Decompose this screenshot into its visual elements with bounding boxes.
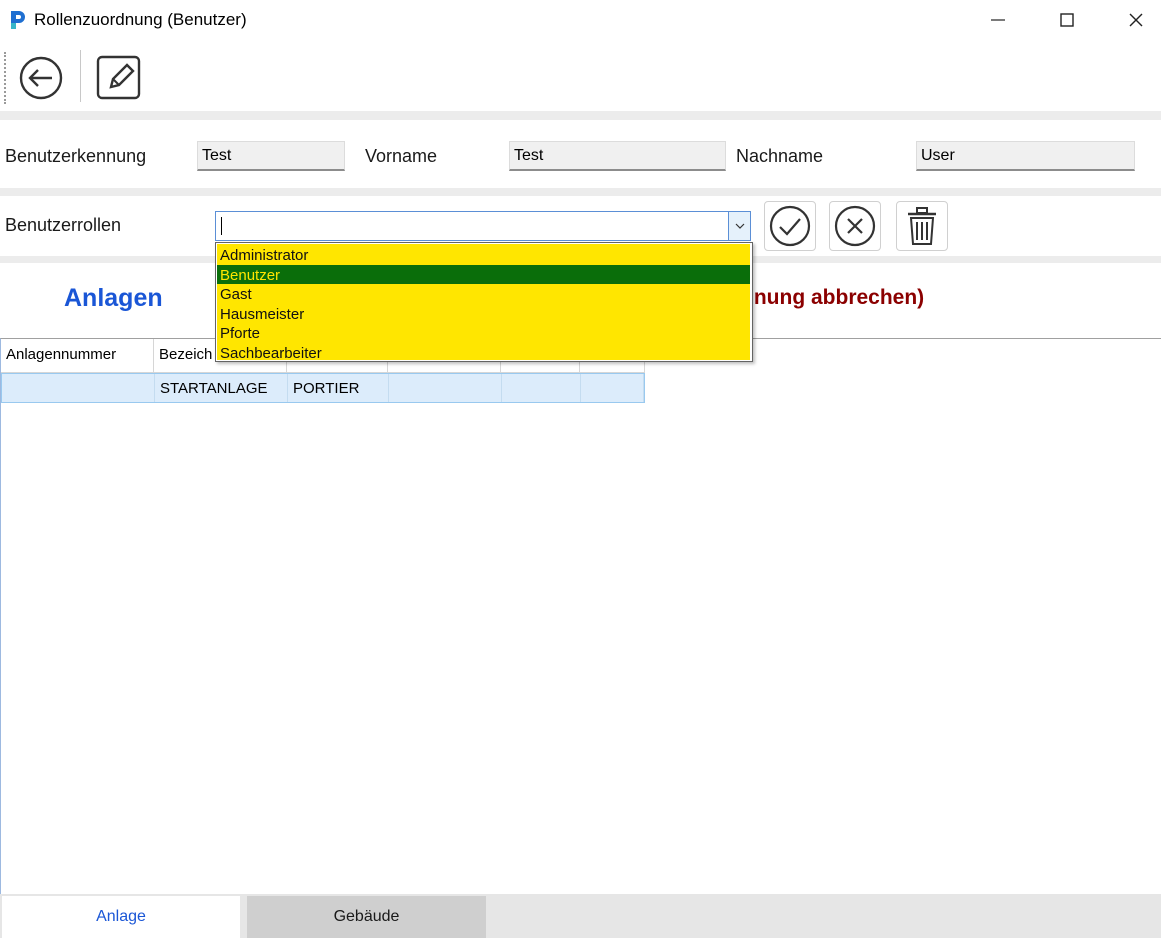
- x-circle-icon: [834, 205, 876, 247]
- minimize-button[interactable]: [970, 0, 1026, 40]
- dropdown-option[interactable]: Administrator: [217, 245, 750, 265]
- confirm-button[interactable]: [764, 201, 816, 251]
- back-button[interactable]: [17, 55, 65, 101]
- user-id-label: Benutzerkennung: [5, 146, 147, 166]
- table-cell[interactable]: [2, 374, 155, 402]
- back-arrow-icon: [19, 56, 63, 100]
- dropdown-option[interactable]: Sachbearbeiter: [217, 343, 750, 363]
- dropdown-highlight: Administrator Benutzer Gast Hausmeister …: [217, 244, 750, 363]
- maximize-button[interactable]: [1039, 0, 1095, 40]
- table-cell[interactable]: [581, 374, 644, 402]
- cancel-assignment-text: lnung abbrechen): [748, 286, 925, 309]
- firstname-label: Vorname: [365, 146, 438, 166]
- tab-gebaeude[interactable]: Gebäude: [247, 896, 486, 938]
- table-cell[interactable]: STARTANLAGE: [155, 374, 288, 402]
- data-grid[interactable]: [0, 338, 1161, 894]
- combo-dropdown-button[interactable]: [728, 212, 750, 240]
- app-logo-icon: [8, 9, 28, 31]
- column-header[interactable]: Anlagennummer: [1, 339, 154, 373]
- toolbar-separator: [80, 50, 81, 102]
- table-cell[interactable]: [389, 374, 502, 402]
- table-row[interactable]: STARTANLAGE PORTIER: [1, 373, 645, 403]
- separator: [0, 111, 1161, 120]
- separator: [0, 188, 1161, 196]
- checkmark-circle-icon: [769, 205, 811, 247]
- lastname-field[interactable]: User: [916, 141, 1135, 171]
- dropdown-option-selected[interactable]: Benutzer: [217, 264, 750, 284]
- user-id-field[interactable]: Test: [197, 141, 345, 171]
- dropdown-option[interactable]: Hausmeister: [217, 304, 750, 324]
- close-icon: [1129, 13, 1143, 27]
- window-title: Rollenzuordnung (Benutzer): [34, 10, 247, 29]
- maximize-icon: [1060, 13, 1074, 27]
- dropdown-option[interactable]: Gast: [217, 284, 750, 304]
- dropdown-option[interactable]: Pforte: [217, 323, 750, 343]
- text-caret: [221, 217, 222, 235]
- toolbar: [0, 43, 1161, 111]
- table-cell[interactable]: [502, 374, 581, 402]
- table-cell[interactable]: PORTIER: [288, 374, 389, 402]
- lastname-label: Nachname: [736, 146, 824, 166]
- roles-combobox[interactable]: [215, 211, 751, 241]
- close-window-button[interactable]: [1108, 0, 1161, 40]
- trash-icon: [908, 207, 936, 245]
- edit-pencil-icon: [96, 55, 141, 100]
- roles-dropdown-list[interactable]: Administrator Benutzer Gast Hausmeister …: [215, 242, 753, 362]
- firstname-field[interactable]: Test: [509, 141, 726, 171]
- delete-button[interactable]: [896, 201, 948, 251]
- roles-label: Benutzerrollen: [5, 215, 122, 235]
- minimize-icon: [991, 19, 1005, 21]
- section-heading: Anlagen: [64, 284, 163, 312]
- chevron-down-icon: [735, 223, 744, 229]
- edit-button[interactable]: [95, 53, 143, 101]
- cancel-button[interactable]: [829, 201, 881, 251]
- toolbar-grip[interactable]: [4, 52, 8, 104]
- tab-anlage[interactable]: Anlage: [2, 896, 240, 938]
